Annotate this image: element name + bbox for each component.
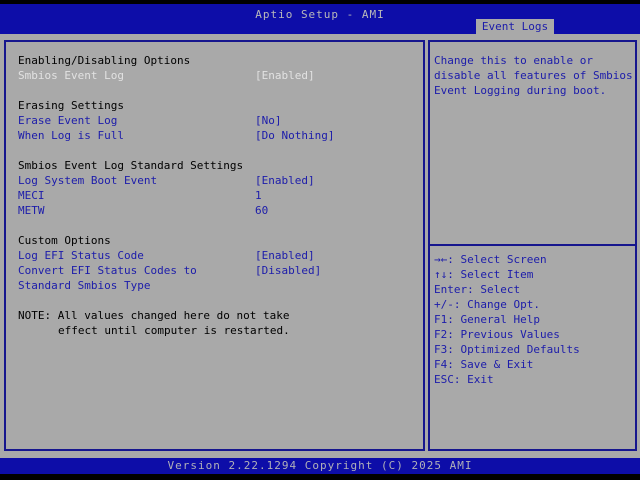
title-bar: Aptio Setup - AMI Event Logs xyxy=(0,4,640,34)
option-convert-efi-status-codes-continued[interactable]: Standard Smbios Type xyxy=(6,278,423,293)
option-value: [Enabled] xyxy=(255,174,315,187)
spacer-row xyxy=(6,143,423,158)
option-when-log-is-full[interactable]: When Log is Full [Do Nothing] xyxy=(6,128,423,143)
option-value: [No] xyxy=(255,114,282,127)
option-erase-event-log[interactable]: Erase Event Log [No] xyxy=(6,113,423,128)
hotkey-f2-previous-values: F2: Previous Values xyxy=(434,328,560,341)
main-area: Enabling/Disabling Options Smbios Event … xyxy=(0,34,640,458)
bios-setup-screen: Aptio Setup - AMI Event Logs Enabling/Di… xyxy=(0,0,640,480)
spacer-row xyxy=(6,293,423,308)
tab-event-logs[interactable]: Event Logs xyxy=(476,19,554,34)
hotkey-select-item: ↑↓: Select Item xyxy=(434,268,534,281)
help-line: Event Logging during boot. xyxy=(434,84,607,97)
help-separator xyxy=(430,244,635,246)
options-list: Enabling/Disabling Options Smbios Event … xyxy=(6,53,423,338)
option-value: 1 xyxy=(255,189,262,202)
help-panel: Change this to enable or disable all fea… xyxy=(428,40,637,451)
bottom-black-bar xyxy=(0,474,640,480)
help-line: disable all features of Smbios xyxy=(434,69,633,82)
option-value: 60 xyxy=(255,204,269,217)
footer-bar: Version 2.22.1294 Copyright (C) 2025 AMI xyxy=(0,458,640,474)
hotkey-change-opt: +/-: Change Opt. xyxy=(434,298,540,311)
hotkey-f4-save-exit: F4: Save & Exit xyxy=(434,358,534,371)
help-line: Change this to enable or xyxy=(434,54,593,67)
options-panel: Enabling/Disabling Options Smbios Event … xyxy=(4,40,425,451)
section-smbios-standard-settings: Smbios Event Log Standard Settings xyxy=(18,159,244,172)
option-smbios-event-log[interactable]: Smbios Event Log [Enabled] xyxy=(6,68,423,83)
hotkey-select-screen: →←: Select Screen xyxy=(434,253,547,266)
version-text: Version 2.22.1294 Copyright (C) 2025 AMI xyxy=(167,459,473,472)
hotkey-f3-optimized-defaults: F3: Optimized Defaults xyxy=(434,343,580,356)
section-erasing-settings: Erasing Settings xyxy=(18,99,124,112)
note-line-1: NOTE: All values changed here do not tak… xyxy=(18,309,290,322)
hotkey-esc-exit: ESC: Exit xyxy=(434,373,494,386)
note-line-2: effect until computer is restarted. xyxy=(58,324,290,337)
option-convert-efi-status-codes[interactable]: Convert EFI Status Codes to [Disabled] xyxy=(6,263,423,278)
option-value: [Enabled] xyxy=(255,249,315,262)
option-log-system-boot-event[interactable]: Log System Boot Event [Enabled] xyxy=(6,173,423,188)
option-log-efi-status-code[interactable]: Log EFI Status Code [Enabled] xyxy=(6,248,423,263)
section-enabling-disabling: Enabling/Disabling Options xyxy=(18,54,191,67)
option-value: [Do Nothing] xyxy=(255,129,335,142)
option-value: [Disabled] xyxy=(255,264,322,277)
spacer-row xyxy=(6,218,423,233)
item-help-text: Change this to enable or disable all fea… xyxy=(434,53,633,98)
hotkey-enter-select: Enter: Select xyxy=(434,283,521,296)
hotkey-f1-general-help: F1: General Help xyxy=(434,313,540,326)
hotkey-legend: →←: Select Screen ↑↓: Select Item Enter:… xyxy=(434,252,632,387)
option-value: [Enabled] xyxy=(255,69,315,82)
option-meci[interactable]: MECI 1 xyxy=(6,188,423,203)
section-custom-options: Custom Options xyxy=(18,234,111,247)
option-metw[interactable]: METW 60 xyxy=(6,203,423,218)
spacer-row xyxy=(6,83,423,98)
